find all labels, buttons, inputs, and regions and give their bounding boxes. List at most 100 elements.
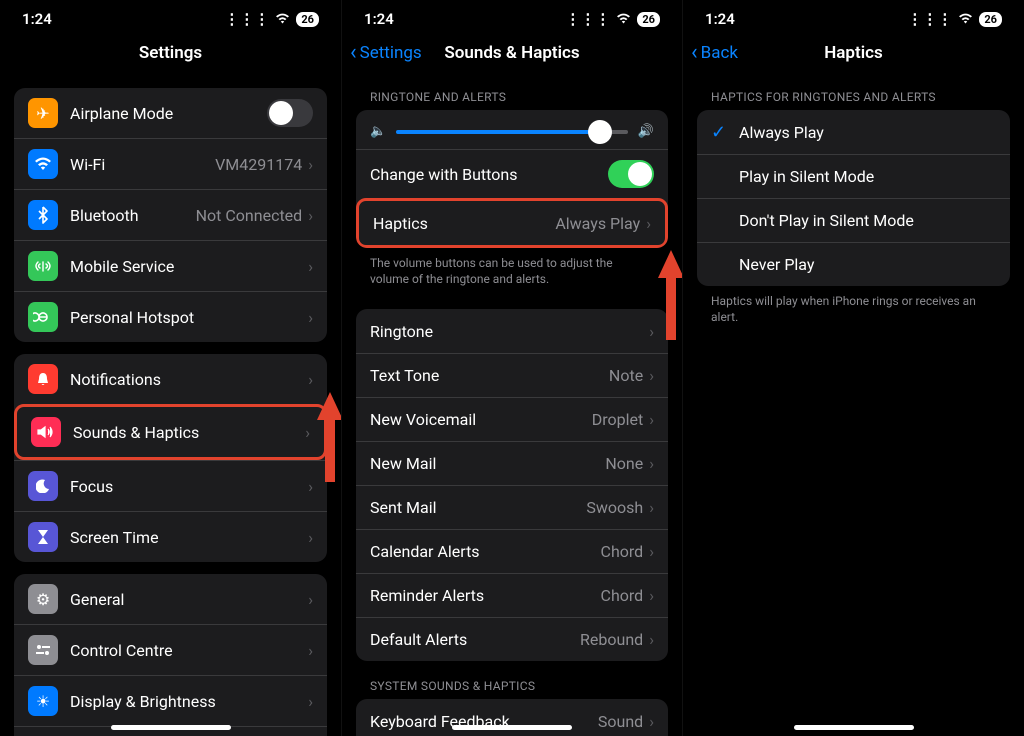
option-play-in-silent-mode[interactable]: Play in Silent Mode <box>697 154 1010 198</box>
chevron-right-icon: › <box>308 370 313 389</box>
row-change-with-buttons[interactable]: Change with Buttons <box>356 149 668 198</box>
back-label: Back <box>701 43 738 63</box>
row-screen-time[interactable]: Screen Time › <box>14 511 327 562</box>
row-general[interactable]: ⚙ General › <box>14 574 327 624</box>
home-indicator <box>794 725 914 730</box>
volume-slider[interactable] <box>396 130 628 134</box>
option-don-t-play-in-silent-mode[interactable]: Don't Play in Silent Mode <box>697 198 1010 242</box>
value: None <box>605 454 643 473</box>
row-calendar-alerts[interactable]: Calendar AlertsChord› <box>356 529 668 573</box>
brightness-icon: ☀ <box>28 686 58 716</box>
row-default-alerts[interactable]: Default AlertsRebound› <box>356 617 668 661</box>
hourglass-icon <box>28 522 58 552</box>
value: Chord <box>601 542 644 561</box>
moon-icon <box>28 471 58 501</box>
chevron-right-icon: › <box>649 454 654 473</box>
sounds-haptics-pane: 1:24 ⋮⋮⋮ 26 ‹ Settings Sounds & Haptics … <box>341 0 682 736</box>
row-text-tone[interactable]: Text ToneNote› <box>356 353 668 397</box>
row-new-voicemail[interactable]: New VoicemailDroplet› <box>356 397 668 441</box>
nav-bar: ‹ Back Haptics <box>683 32 1024 72</box>
label: Display & Brightness <box>70 692 308 711</box>
chevron-right-icon: › <box>649 366 654 385</box>
option-never-play[interactable]: Never Play <box>697 242 1010 286</box>
option-always-play[interactable]: ✓Always Play <box>697 110 1010 154</box>
chevron-left-icon: ‹ <box>691 42 698 64</box>
chevron-right-icon: › <box>649 410 654 429</box>
status-right: ⋮⋮⋮ 26 <box>224 10 319 28</box>
change-buttons-toggle[interactable] <box>608 160 654 188</box>
row-airplane-mode[interactable]: ✈ Airplane Mode <box>14 88 327 138</box>
volume-high-icon: 🔊 <box>638 124 654 139</box>
sounds-scroll[interactable]: RINGTONE AND ALERTS 🔈 🔊 Change with Butt… <box>342 72 682 736</box>
page-title: Sounds & Haptics <box>444 43 579 63</box>
row-wifi[interactable]: Wi-Fi VM4291174 › <box>14 138 327 189</box>
chevron-right-icon: › <box>308 528 313 547</box>
row-sounds-haptics[interactable]: Sounds & Haptics › <box>17 407 324 457</box>
section-footer: The volume buttons can be used to adjust… <box>356 248 668 297</box>
back-button[interactable]: ‹ Back <box>691 42 738 64</box>
row-focus[interactable]: Focus › <box>14 460 327 511</box>
page-title: Haptics <box>824 43 882 63</box>
chevron-right-icon: › <box>308 477 313 496</box>
status-right: ⋮⋮⋮ 26 <box>565 10 660 28</box>
sound-choices-group: Ringtone›Text ToneNote›New VoicemailDrop… <box>356 309 668 661</box>
label: Reminder Alerts <box>370 586 601 605</box>
row-ringtone[interactable]: Ringtone› <box>356 309 668 353</box>
section-header: SYSTEM SOUNDS & HAPTICS <box>356 661 668 699</box>
label: Text Tone <box>370 366 609 385</box>
settings-pane: 1:24 ⋮⋮⋮ 26 Settings ✈ Airplane Mode Wi-… <box>0 0 341 736</box>
value: VM4291174 <box>215 155 302 174</box>
chevron-right-icon: › <box>308 590 313 609</box>
haptics-options-group: ✓Always PlayPlay in Silent ModeDon't Pla… <box>697 110 1010 286</box>
label: Personal Hotspot <box>70 308 308 327</box>
haptics-scroll[interactable]: HAPTICS FOR RINGTONES AND ALERTS ✓Always… <box>683 72 1024 736</box>
nav-bar: ‹ Settings Sounds & Haptics <box>342 32 682 72</box>
label: New Mail <box>370 454 605 473</box>
chevron-right-icon: › <box>308 155 313 174</box>
row-bluetooth[interactable]: Bluetooth Not Connected › <box>14 189 327 240</box>
row-new-mail[interactable]: New MailNone › <box>356 441 668 485</box>
row-personal-hotspot[interactable]: Personal Hotspot › <box>14 291 327 342</box>
haptics-pane: 1:24 ⋮⋮⋮ 26 ‹ Back Haptics HAPTICS FOR R… <box>682 0 1024 736</box>
label: Focus <box>70 477 308 496</box>
chevron-left-icon: ‹ <box>350 42 357 64</box>
back-label: Settings <box>360 43 422 63</box>
row-mobile-service[interactable]: Mobile Service › <box>14 240 327 291</box>
row-sent-mail[interactable]: Sent MailSwoosh› <box>356 485 668 529</box>
wifi-icon <box>616 10 631 28</box>
slider-thumb[interactable] <box>588 120 612 144</box>
status-right: ⋮⋮⋮ 26 <box>907 10 1002 28</box>
label: General <box>70 590 308 609</box>
chevron-right-icon: › <box>646 214 651 233</box>
chevron-right-icon: › <box>649 630 654 649</box>
value: Not Connected <box>196 206 303 225</box>
label: Control Centre <box>70 641 308 660</box>
airplane-toggle[interactable] <box>267 99 313 127</box>
chevron-right-icon: › <box>308 257 313 276</box>
signal-icon: ⋮⋮⋮ <box>565 10 610 28</box>
nav-bar: Settings <box>0 32 341 72</box>
settings-scroll[interactable]: ✈ Airplane Mode Wi-Fi VM4291174 › Blueto… <box>0 72 341 736</box>
chevron-right-icon: › <box>649 498 654 517</box>
checkmark-icon: ✓ <box>711 122 733 143</box>
row-keyboard-feedback[interactable]: Keyboard Feedback Sound › <box>356 699 668 736</box>
label: Change with Buttons <box>370 165 608 184</box>
label: Never Play <box>739 255 996 274</box>
chevron-right-icon: › <box>308 206 313 225</box>
status-bar: 1:24 ⋮⋮⋮ 26 <box>683 0 1024 32</box>
back-button[interactable]: ‹ Settings <box>350 42 422 64</box>
value: Always Play <box>555 214 640 233</box>
row-notifications[interactable]: Notifications › <box>14 354 327 404</box>
row-control-centre[interactable]: Control Centre › <box>14 624 327 675</box>
value: Sound <box>598 712 643 731</box>
section-header: RINGTONE AND ALERTS <box>356 72 668 110</box>
row-reminder-alerts[interactable]: Reminder AlertsChord› <box>356 573 668 617</box>
label: Airplane Mode <box>70 104 267 123</box>
row-display-brightness[interactable]: ☀ Display & Brightness › <box>14 675 327 726</box>
switches-icon <box>28 635 58 665</box>
chevron-right-icon: › <box>308 641 313 660</box>
row-haptics[interactable]: Haptics Always Play › <box>359 201 665 245</box>
speaker-icon <box>31 417 61 447</box>
volume-low-icon: 🔈 <box>370 124 386 139</box>
chevron-right-icon: › <box>305 423 310 442</box>
